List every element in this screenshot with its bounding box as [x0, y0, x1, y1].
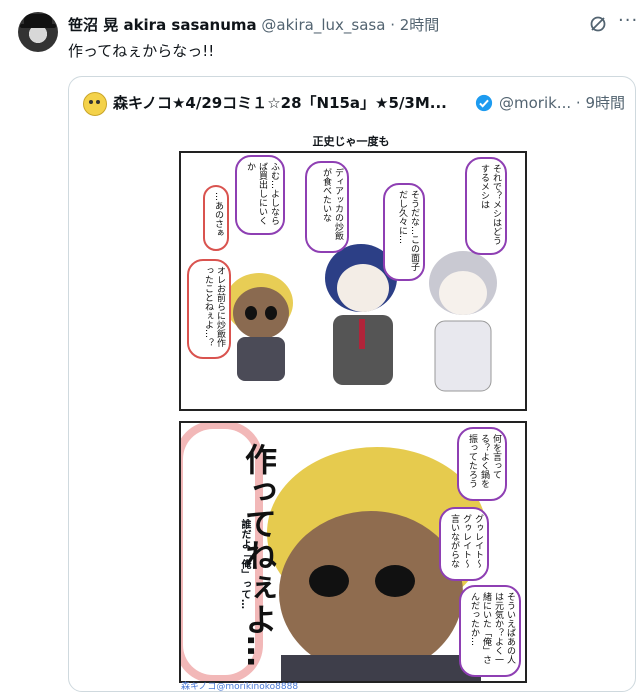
separator-dot: · [575, 94, 581, 112]
manga-panel-2: 作ってねぇよ… 誰だよ「俺」って… 何を言ってる？よく鍋を振ってたろう グゥレイ… [179, 421, 527, 683]
grok-icon[interactable] [588, 14, 608, 34]
speech-bubble: グゥレイト～グゥレイト～言いながらな [439, 507, 489, 581]
tweet-text: 作ってねぇからなっ!! [68, 42, 215, 60]
speech-bubble: 何を言ってる？よく鍋を振ってたろう [457, 427, 507, 501]
more-icon[interactable]: ··· [618, 12, 638, 34]
quote-handle-time: @morik... · 9時間 [499, 92, 625, 113]
tweet-header: 笹沼 晃 akira sasanuma @akira_lux_sasa · 2時… [68, 14, 439, 35]
quote-handle[interactable]: @morik... [499, 94, 571, 112]
speech-bubble: それで？メシはどうするメシは [465, 157, 507, 255]
tweet[interactable]: 笹沼 晃 akira sasanuma @akira_lux_sasa · 2時… [0, 0, 641, 693]
quote-timestamp[interactable]: 9時間 [585, 94, 625, 112]
shout-text: 作ってねぇよ… [240, 443, 278, 667]
manga-title: 正史じゃ一度も [312, 135, 390, 148]
timestamp[interactable]: 2時間 [400, 16, 440, 34]
quote-author-name[interactable]: 森キノコ★4/29コミ１☆28「N15a」★5/3M... [113, 94, 447, 112]
separator-dot: · [390, 16, 395, 34]
author-handle[interactable]: @akira_lux_sasa [261, 16, 385, 34]
manga-credit: 森キノコ@morikinoko8888 [181, 682, 299, 692]
manga-panel-1: それで？メシはどうするメシは そうだな…この面子だし久々に… ディアッカの炒飯が… [179, 151, 527, 411]
speech-bubble: オレお前らに炒飯作ったことねぇよ…？ [187, 259, 231, 359]
verified-badge-icon [475, 94, 493, 112]
author-name[interactable]: 笹沼 晃 akira sasanuma [68, 16, 257, 34]
speech-bubble: ディアッカの炒飯が食べたいな [305, 161, 349, 253]
quoted-tweet[interactable]: 森キノコ★4/29コミ１☆28「N15a」★5/3M... @morik... … [68, 76, 636, 692]
speech-bubble: ふむ…よしならば買出しにいくか [235, 155, 285, 235]
speech-bubble: …あのさぁ [203, 185, 229, 251]
quote-avatar[interactable] [83, 92, 107, 116]
quote-header: 森キノコ★4/29コミ１☆28「N15a」★5/3M... [113, 92, 447, 113]
shout-subtext: 誰だよ「俺」って… [239, 519, 250, 609]
avatar[interactable] [18, 12, 58, 52]
hat-brim-shape [20, 24, 56, 28]
speech-bubble: そういえばあの人は元気か？よく一緒にいた「俺」さんだったか… [459, 585, 521, 677]
speech-bubble: そうだな…この面子だし久々に… [383, 183, 425, 281]
manga-image[interactable]: 正史じゃ一度も それで？メシはどうするメシは そうだな…この面子だし久々に… デ… [77, 127, 625, 691]
